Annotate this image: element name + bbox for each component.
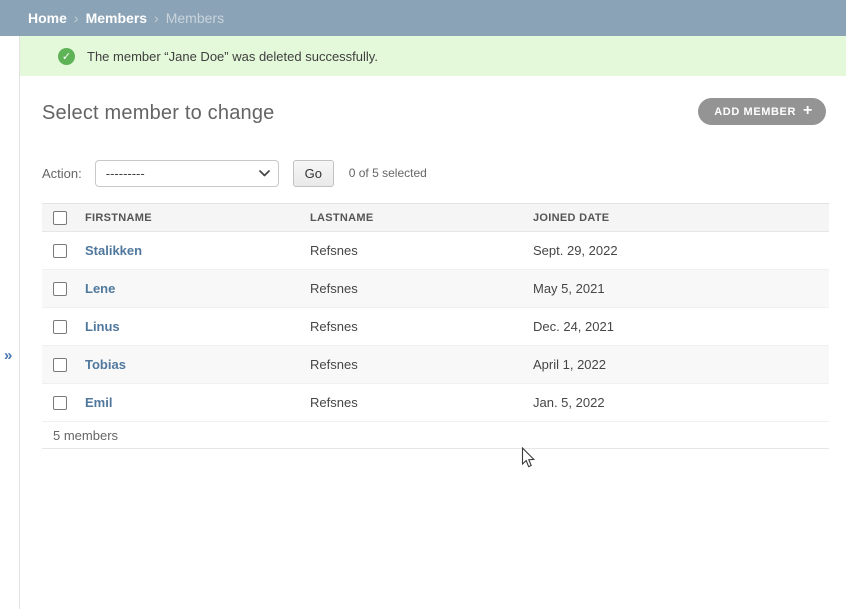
- select-all-checkbox[interactable]: [53, 211, 67, 225]
- joined-date-cell: Dec. 24, 2021: [533, 319, 829, 334]
- breadcrumb-link-members[interactable]: Members: [86, 10, 147, 26]
- breadcrumb: Home › Members › Members: [0, 0, 846, 36]
- member-link[interactable]: Linus: [85, 319, 120, 334]
- lastname-cell: Refsnes: [310, 357, 533, 372]
- table-row: Lene Refsnes May 5, 2021: [42, 270, 829, 308]
- actions-toolbar: Action: --------- Go 0 of 5 selected: [42, 159, 427, 187]
- page-title: Select member to change: [42, 102, 275, 125]
- selection-status: 0 of 5 selected: [349, 166, 427, 180]
- breadcrumb-current-page: Members: [166, 10, 224, 26]
- table-header-row: FIRSTNAME LASTNAME JOINED DATE: [42, 203, 829, 232]
- row-checkbox[interactable]: [53, 320, 67, 334]
- table-row: Linus Refsnes Dec. 24, 2021: [42, 308, 829, 346]
- lastname-cell: Refsnes: [310, 243, 533, 258]
- success-message: ✓ The member “Jane Doe” was deleted succ…: [20, 36, 846, 76]
- column-header-joined-date[interactable]: JOINED DATE: [533, 212, 829, 224]
- joined-date-cell: April 1, 2022: [533, 357, 829, 372]
- check-circle-icon: ✓: [58, 48, 75, 65]
- breadcrumb-separator: ›: [74, 10, 79, 26]
- add-member-button-label: ADD MEMBER: [714, 106, 796, 118]
- member-link[interactable]: Lene: [85, 281, 115, 296]
- joined-date-cell: Sept. 29, 2022: [533, 243, 829, 258]
- lastname-cell: Refsnes: [310, 281, 533, 296]
- member-link[interactable]: Tobias: [85, 357, 126, 372]
- column-header-lastname[interactable]: LASTNAME: [310, 212, 533, 224]
- row-checkbox[interactable]: [53, 396, 67, 410]
- joined-date-cell: May 5, 2021: [533, 281, 829, 296]
- go-button[interactable]: Go: [293, 160, 334, 187]
- member-link[interactable]: Stalikken: [85, 243, 142, 258]
- table-row: Stalikken Refsnes Sept. 29, 2022: [42, 232, 829, 270]
- joined-date-cell: Jan. 5, 2022: [533, 395, 829, 410]
- row-checkbox[interactable]: [53, 244, 67, 258]
- main-content: ✓ The member “Jane Doe” was deleted succ…: [20, 36, 846, 609]
- breadcrumb-link-home[interactable]: Home: [28, 10, 67, 26]
- sidebar-rail: »: [0, 36, 20, 609]
- lastname-cell: Refsnes: [310, 319, 533, 334]
- add-member-button[interactable]: ADD MEMBER +: [698, 98, 826, 125]
- breadcrumb-separator: ›: [154, 10, 159, 26]
- row-checkbox[interactable]: [53, 358, 67, 372]
- sidebar-toggle-icon[interactable]: »: [4, 348, 12, 363]
- member-link[interactable]: Emil: [85, 395, 112, 410]
- table-row: Tobias Refsnes April 1, 2022: [42, 346, 829, 384]
- lastname-cell: Refsnes: [310, 395, 533, 410]
- action-label: Action:: [42, 166, 82, 181]
- table-footer-count: 5 members: [42, 422, 829, 449]
- row-checkbox[interactable]: [53, 282, 67, 296]
- plus-icon: +: [803, 103, 813, 119]
- success-message-text: The member “Jane Doe” was deleted succes…: [87, 49, 378, 64]
- column-header-firstname[interactable]: FIRSTNAME: [85, 212, 310, 224]
- action-select[interactable]: ---------: [95, 160, 279, 187]
- table-row: Emil Refsnes Jan. 5, 2022: [42, 384, 829, 422]
- member-table: FIRSTNAME LASTNAME JOINED DATE Stalikken…: [42, 203, 829, 449]
